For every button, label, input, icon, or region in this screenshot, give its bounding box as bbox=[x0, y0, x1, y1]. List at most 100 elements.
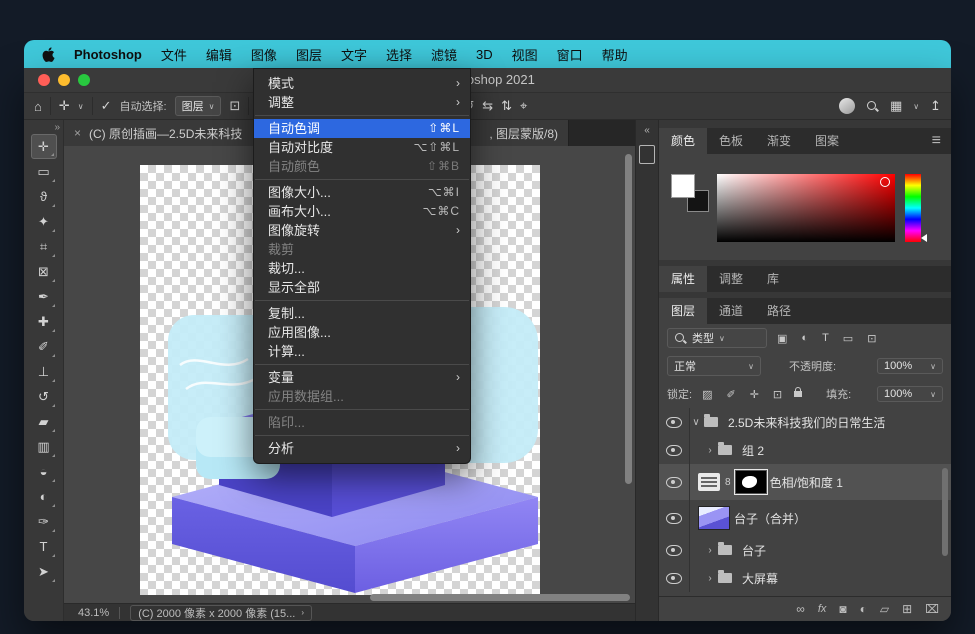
filter-type-layers-icon[interactable]: T bbox=[818, 332, 833, 344]
filter-shape-layers-icon[interactable]: ▭ bbox=[839, 332, 857, 345]
menu-item-auto-contrast[interactable]: 自动对比度 ⌥⇧⌘L bbox=[254, 138, 470, 157]
lock-position-icon[interactable]: ✛ bbox=[746, 388, 763, 401]
delete-layer-icon[interactable]: ⌧ bbox=[925, 602, 939, 616]
window-titlebar[interactable]: Photoshop 2021 bbox=[24, 68, 951, 93]
filter-adjustment-layers-icon[interactable]: ◐ bbox=[797, 332, 812, 344]
3d-slide-icon[interactable]: ⇅ bbox=[501, 98, 512, 114]
tool-pen[interactable]: ✑ bbox=[31, 509, 57, 534]
group-expand-arrow[interactable]: › bbox=[704, 573, 716, 584]
menubar-item-edit[interactable]: 编辑 bbox=[206, 45, 232, 64]
layer-row-platform-group[interactable]: › 台子 bbox=[659, 536, 951, 564]
tool-move[interactable]: ✛ bbox=[31, 134, 57, 159]
layer-row-hue-saturation[interactable]: 8 色相/饱和度 1 bbox=[659, 464, 951, 500]
layer-name[interactable]: 色相/饱和度 1 bbox=[770, 474, 843, 491]
tool-frame[interactable]: ⊠ bbox=[31, 259, 57, 284]
tool-eyedropper[interactable]: ✒ bbox=[31, 284, 57, 309]
panel-menu-icon[interactable]: ≡ bbox=[932, 128, 941, 154]
tool-healing-brush[interactable]: ✚ bbox=[31, 309, 57, 334]
layer-effects-icon[interactable]: fx bbox=[818, 603, 827, 615]
new-adjustment-layer-icon[interactable]: ◐ bbox=[860, 602, 867, 616]
mask-link-icon[interactable]: 8 bbox=[725, 477, 731, 488]
tool-lasso[interactable]: ϑ bbox=[31, 184, 57, 209]
layer-row-big-screen-group[interactable]: › 大屏幕 bbox=[659, 564, 951, 592]
layer-mask-thumbnail[interactable] bbox=[736, 471, 766, 493]
zoom-level[interactable]: 43.1% bbox=[78, 607, 109, 619]
tool-eraser[interactable]: ▰ bbox=[31, 409, 57, 434]
lock-transparency-icon[interactable]: ▨ bbox=[698, 388, 716, 401]
search-icon[interactable] bbox=[866, 100, 879, 113]
group-expand-arrow[interactable]: ∨ bbox=[690, 417, 702, 428]
menubar-app-name[interactable]: Photoshop bbox=[74, 47, 142, 62]
tool-clone-stamp[interactable]: ⊥ bbox=[31, 359, 57, 384]
workspace-layout-icon[interactable]: ▦ bbox=[890, 98, 902, 114]
menubar-item-select[interactable]: 选择 bbox=[386, 45, 412, 64]
panel-tab-swatches[interactable]: 色板 bbox=[707, 128, 755, 154]
menu-item-adjustments[interactable]: 调整 › bbox=[254, 93, 470, 112]
layer-row-root-group[interactable]: ∨ 2.5D未来科技我们的日常生活 bbox=[659, 408, 951, 436]
transform-controls-icon[interactable]: ⊡ bbox=[229, 98, 240, 114]
menu-item-apply-image[interactable]: 应用图像... bbox=[254, 323, 470, 342]
3d-scale-icon[interactable]: ⌖ bbox=[520, 98, 527, 114]
chevron-down-icon[interactable]: ∨ bbox=[913, 102, 919, 111]
menubar-item-image[interactable]: 图像 bbox=[251, 45, 277, 64]
layer-visibility-toggle[interactable] bbox=[659, 500, 690, 536]
tool-path-selection[interactable]: ➤ bbox=[31, 559, 57, 584]
layer-thumbnail[interactable] bbox=[698, 506, 730, 530]
hue-slider-marker[interactable] bbox=[921, 234, 927, 242]
panel-tab-color[interactable]: 颜色 bbox=[659, 128, 707, 154]
panel-tab-properties[interactable]: 属性 bbox=[659, 266, 707, 292]
collapse-tools-icon[interactable]: » bbox=[54, 122, 60, 134]
menu-item-mode[interactable]: 模式 › bbox=[254, 74, 470, 93]
layer-filter-dropdown[interactable]: 类型 ∨ bbox=[667, 328, 767, 348]
tool-dodge[interactable]: ◐ bbox=[31, 484, 57, 509]
menu-item-image-rotation[interactable]: 图像旋转 › bbox=[254, 221, 470, 240]
color-picker-marker[interactable] bbox=[880, 177, 890, 187]
tool-brush[interactable]: ✐ bbox=[31, 334, 57, 359]
panel-tab-adjustments[interactable]: 调整 bbox=[707, 266, 755, 292]
menubar-item-file[interactable]: 文件 bbox=[161, 45, 187, 64]
tool-history-brush[interactable]: ↺ bbox=[31, 384, 57, 409]
layer-visibility-toggle[interactable] bbox=[659, 436, 690, 464]
opacity-select[interactable]: 100% ∨ bbox=[877, 358, 943, 374]
share-icon[interactable]: ↥ bbox=[930, 98, 941, 114]
menu-item-image-size[interactable]: 图像大小... ⌥⌘I bbox=[254, 183, 470, 202]
menu-item-analysis[interactable]: 分析 › bbox=[254, 439, 470, 458]
menubar-item-filter[interactable]: 滤镜 bbox=[431, 45, 457, 64]
panel-tab-channels[interactable]: 通道 bbox=[707, 298, 755, 324]
new-group-icon[interactable]: ▱ bbox=[880, 602, 889, 616]
add-mask-icon[interactable]: ◙ bbox=[839, 602, 846, 616]
menu-item-auto-tone[interactable]: 自动色调 ⇧⌘L bbox=[254, 119, 470, 138]
layer-name[interactable]: 台子 bbox=[742, 542, 766, 559]
expand-panels-icon[interactable]: « bbox=[644, 125, 650, 136]
menu-item-calculations[interactable]: 计算... bbox=[254, 342, 470, 361]
chevron-down-icon[interactable]: ∨ bbox=[78, 102, 84, 111]
menu-item-duplicate[interactable]: 复制... bbox=[254, 304, 470, 323]
panel-tab-paths[interactable]: 路径 bbox=[755, 298, 803, 324]
link-layers-icon[interactable]: ∞ bbox=[796, 602, 805, 616]
panel-tab-libraries[interactable]: 库 bbox=[755, 266, 791, 292]
layer-visibility-toggle[interactable] bbox=[659, 536, 690, 564]
menubar-item-type[interactable]: 文字 bbox=[341, 45, 367, 64]
close-tab-icon[interactable]: × bbox=[74, 126, 81, 140]
vertical-scrollbar[interactable] bbox=[625, 154, 632, 484]
horizontal-scrollbar[interactable] bbox=[370, 594, 630, 601]
saturation-picker[interactable] bbox=[717, 174, 895, 242]
lock-all-icon[interactable] bbox=[794, 391, 802, 397]
layers-scrollbar[interactable] bbox=[942, 468, 948, 556]
filter-pixel-layers-icon[interactable]: ▣ bbox=[773, 332, 791, 345]
home-icon[interactable]: ⌂ bbox=[34, 99, 42, 114]
menu-item-reveal-all[interactable]: 显示全部 bbox=[254, 278, 470, 297]
fill-select[interactable]: 100% ∨ bbox=[877, 386, 943, 402]
layer-name[interactable]: 台子（合并） bbox=[734, 510, 806, 527]
layer-row-group-2[interactable]: › 组 2 bbox=[659, 436, 951, 464]
group-expand-arrow[interactable]: › bbox=[704, 445, 716, 456]
collapsed-panel-icon[interactable] bbox=[639, 145, 655, 164]
menubar-item-view[interactable]: 视图 bbox=[512, 45, 538, 64]
layer-name[interactable]: 组 2 bbox=[742, 442, 764, 459]
adjustment-layer-thumbnail[interactable] bbox=[698, 473, 720, 491]
menubar-item-3d[interactable]: 3D bbox=[476, 47, 493, 62]
3d-pan-icon[interactable]: ⇆ bbox=[482, 98, 493, 114]
document-info[interactable]: (C) 2000 像素 x 2000 像素 (15... › bbox=[130, 605, 312, 621]
lock-artboard-icon[interactable]: ⊡ bbox=[769, 388, 786, 401]
account-avatar[interactable] bbox=[839, 98, 855, 114]
